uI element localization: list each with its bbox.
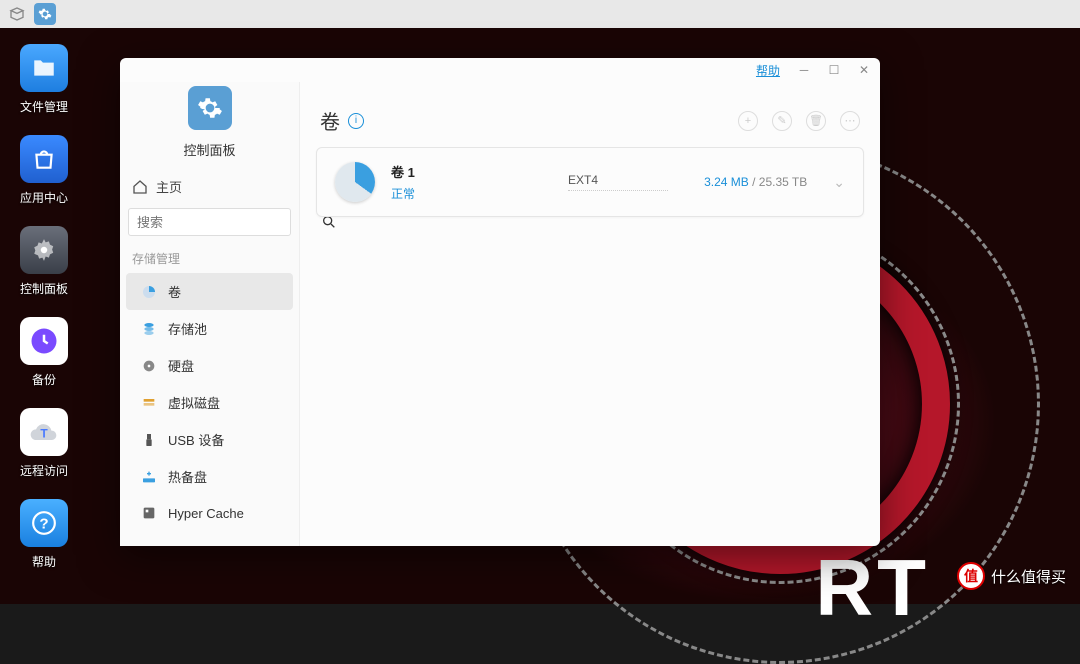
minimize-button[interactable]: ─ <box>798 64 810 76</box>
watermark-badge: 值 <box>957 562 985 590</box>
sidebar-item-label: 卷 <box>168 282 181 301</box>
sidebar-item-label: 存储池 <box>168 319 207 338</box>
cache-icon <box>140 504 158 522</box>
sidebar-item-storage-pool[interactable]: 存储池 <box>126 310 293 347</box>
gear-icon <box>188 86 232 130</box>
sidebar-search <box>128 208 291 236</box>
sidebar-section-label: 存储管理 <box>120 240 299 273</box>
hdd-icon <box>140 357 158 375</box>
pie-chart-icon <box>335 162 375 202</box>
add-button[interactable]: + <box>738 111 758 131</box>
volume-filesystem: EXT4 <box>568 173 668 191</box>
folder-icon <box>20 44 68 92</box>
taskbar-settings-icon[interactable] <box>34 3 56 25</box>
taskbar <box>0 0 1080 28</box>
desktop-icon-label: 远程访问 <box>20 462 68 479</box>
taskbar-packages-icon[interactable] <box>6 3 28 25</box>
layers-icon <box>140 394 158 412</box>
close-button[interactable]: ✕ <box>858 64 870 76</box>
sidebar-item-hot-spare[interactable]: 热备盘 <box>126 458 293 495</box>
sidebar-item-label: 虚拟磁盘 <box>168 393 220 412</box>
info-icon[interactable]: i <box>348 113 364 129</box>
chevron-down-icon[interactable]: ⌄ <box>833 174 845 191</box>
desktop-icon-remote-access[interactable]: T 远程访问 <box>14 408 74 479</box>
desktop-icon-label: 帮助 <box>32 553 56 570</box>
usb-icon <box>140 431 158 449</box>
watermark: 值 什么值得买 <box>957 562 1066 590</box>
home-icon <box>132 179 148 195</box>
sidebar: 控制面板 主页 存储管理 卷 存储池 硬盘 <box>120 82 300 546</box>
sidebar-item-label: 热备盘 <box>168 467 207 486</box>
volume-name: 卷 1 <box>391 162 415 181</box>
main-header: 卷 i + ✎ 🗑 ⋯ <box>316 86 864 147</box>
sidebar-item-label: Hyper Cache <box>168 506 244 521</box>
help-icon: ? <box>20 499 68 547</box>
sidebar-title: 控制面板 <box>183 140 235 159</box>
svg-text:T: T <box>40 426 48 440</box>
sidebar-header: 控制面板 <box>120 82 299 169</box>
sidebar-item-hyper-cache[interactable]: Hyper Cache <box>126 495 293 531</box>
sidebar-item-label: 硬盘 <box>168 356 194 375</box>
sidebar-item-disk[interactable]: 硬盘 <box>126 347 293 384</box>
volume-status: 正常 <box>391 185 415 202</box>
volume-total: 25.35 TB <box>759 175 807 189</box>
desktop-icons: 文件管理 应用中心 控制面板 备份 T 远程访问 ? 帮助 <box>14 44 74 570</box>
more-button[interactable]: ⋯ <box>840 111 860 131</box>
edit-button[interactable]: ✎ <box>772 111 792 131</box>
delete-button[interactable]: 🗑 <box>806 111 826 131</box>
desktop-icon-label: 备份 <box>32 371 56 388</box>
desktop-icon-file-manager[interactable]: 文件管理 <box>14 44 74 115</box>
desktop-icon-backup[interactable]: 备份 <box>14 317 74 388</box>
plus-disk-icon <box>140 468 158 486</box>
stack-icon <box>140 320 158 338</box>
help-link[interactable]: 帮助 <box>756 62 780 79</box>
cloud-icon: T <box>20 408 68 456</box>
desktop-icon-app-center[interactable]: 应用中心 <box>14 135 74 206</box>
window-titlebar: 帮助 ─ ☐ ✕ <box>120 58 880 82</box>
sidebar-home-label: 主页 <box>156 177 182 196</box>
sidebar-item-label: USB 设备 <box>168 430 224 449</box>
volume-usage: 3.24 MB / 25.35 TB <box>704 175 807 189</box>
desktop-icon-label: 控制面板 <box>20 280 68 297</box>
clock-icon <box>20 317 68 365</box>
header-actions: + ✎ 🗑 ⋯ <box>738 111 860 131</box>
sidebar-item-virtual-disk[interactable]: 虚拟磁盘 <box>126 384 293 421</box>
svg-text:?: ? <box>39 515 48 532</box>
desktop-icon-label: 文件管理 <box>20 98 68 115</box>
desktop-icon-help[interactable]: ? 帮助 <box>14 499 74 570</box>
volume-used: 3.24 MB <box>704 175 749 189</box>
volume-card[interactable]: 卷 1 正常 EXT4 3.24 MB / 25.35 TB ⌄ <box>316 147 864 217</box>
bag-icon <box>20 135 68 183</box>
main-content: 卷 i + ✎ 🗑 ⋯ 卷 1 正常 EXT4 3.24 MB / <box>300 82 880 546</box>
desktop-icon-label: 应用中心 <box>20 189 68 206</box>
sidebar-home[interactable]: 主页 <box>120 169 299 204</box>
sidebar-item-usb-device[interactable]: USB 设备 <box>126 421 293 458</box>
maximize-button[interactable]: ☐ <box>828 64 840 76</box>
gear-icon <box>20 226 68 274</box>
page-title: 卷 <box>320 106 340 135</box>
search-input[interactable] <box>129 215 321 230</box>
watermark-text: 什么值得买 <box>991 566 1066 587</box>
sidebar-item-volume[interactable]: 卷 <box>126 273 293 310</box>
desktop-icon-control-panel[interactable]: 控制面板 <box>14 226 74 297</box>
control-panel-window: 帮助 ─ ☐ ✕ 控制面板 主页 存储管理 卷 <box>120 58 880 546</box>
pie-icon <box>140 283 158 301</box>
